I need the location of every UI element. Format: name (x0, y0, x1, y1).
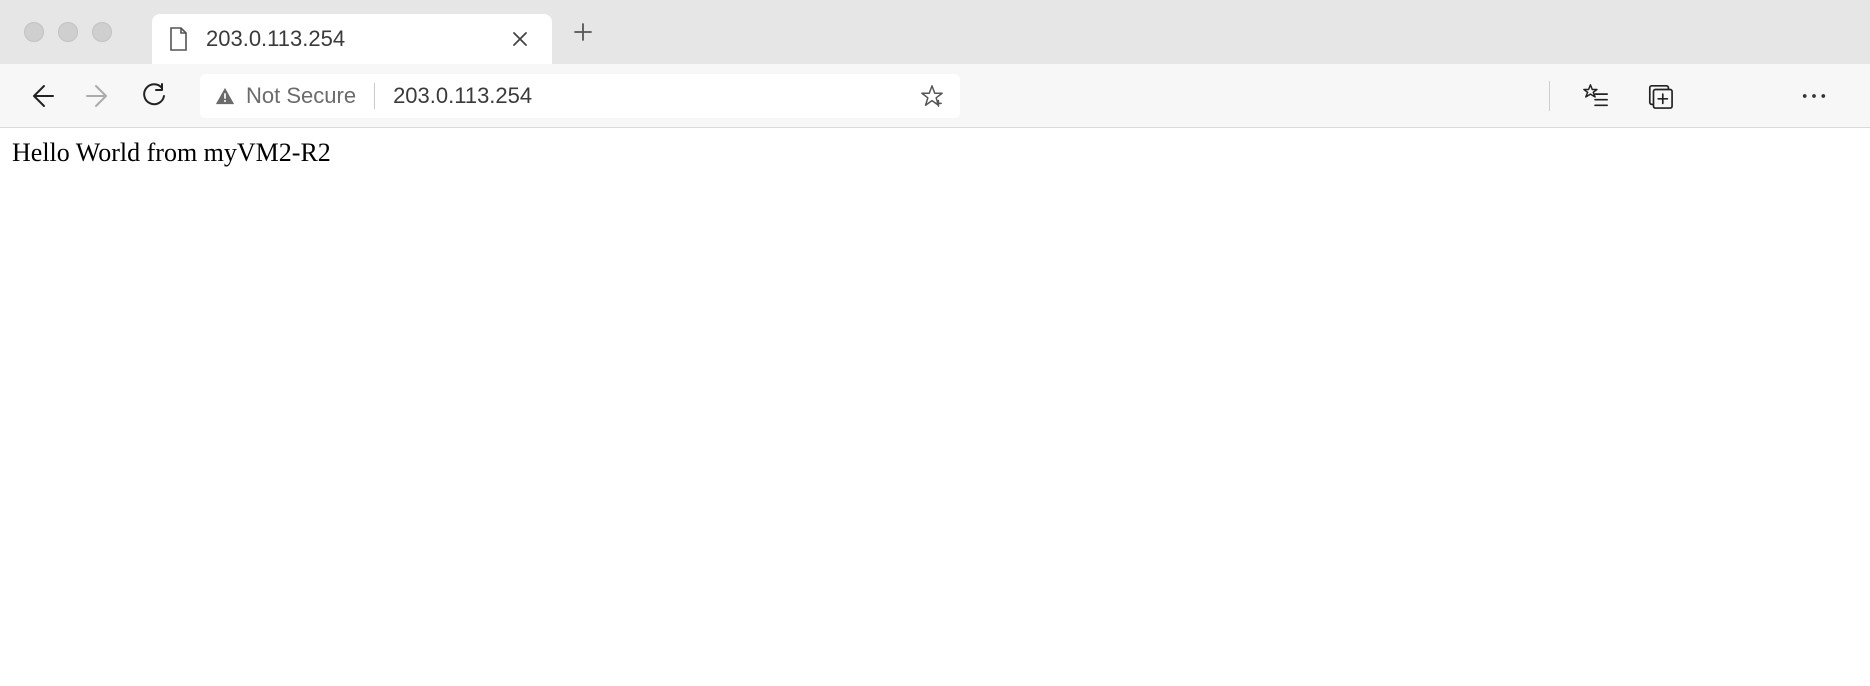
warning-icon (214, 86, 236, 106)
address-bar[interactable]: Not Secure 203.0.113.254 (200, 74, 960, 118)
window-maximize-button[interactable] (92, 22, 112, 42)
favorites-list-button[interactable] (1578, 78, 1614, 114)
window-close-button[interactable] (24, 22, 44, 42)
toolbar-separator (1549, 81, 1550, 111)
page-icon (168, 27, 188, 51)
tab-strip: 203.0.113.254 (0, 0, 1870, 64)
collections-button[interactable] (1642, 78, 1678, 114)
new-tab-button[interactable] (566, 15, 600, 49)
close-tab-button[interactable] (512, 31, 536, 47)
toolbar: Not Secure 203.0.113.254 (0, 64, 1870, 128)
security-indicator[interactable]: Not Secure (214, 83, 356, 109)
toolbar-right (1549, 78, 1852, 114)
forward-button[interactable] (74, 76, 122, 116)
back-button[interactable] (18, 76, 66, 116)
security-label: Not Secure (246, 83, 356, 109)
window-minimize-button[interactable] (58, 22, 78, 42)
window-controls (24, 22, 112, 42)
page-content: Hello World from myVM2-R2 (0, 128, 1870, 178)
tab-title: 203.0.113.254 (206, 26, 512, 52)
url-text[interactable]: 203.0.113.254 (393, 83, 918, 109)
more-menu-button[interactable] (1796, 78, 1832, 114)
page-body-text: Hello World from myVM2-R2 (12, 138, 331, 167)
favorite-button[interactable] (918, 84, 946, 108)
browser-tab[interactable]: 203.0.113.254 (152, 14, 552, 64)
refresh-button[interactable] (130, 76, 178, 116)
address-separator (374, 83, 375, 109)
